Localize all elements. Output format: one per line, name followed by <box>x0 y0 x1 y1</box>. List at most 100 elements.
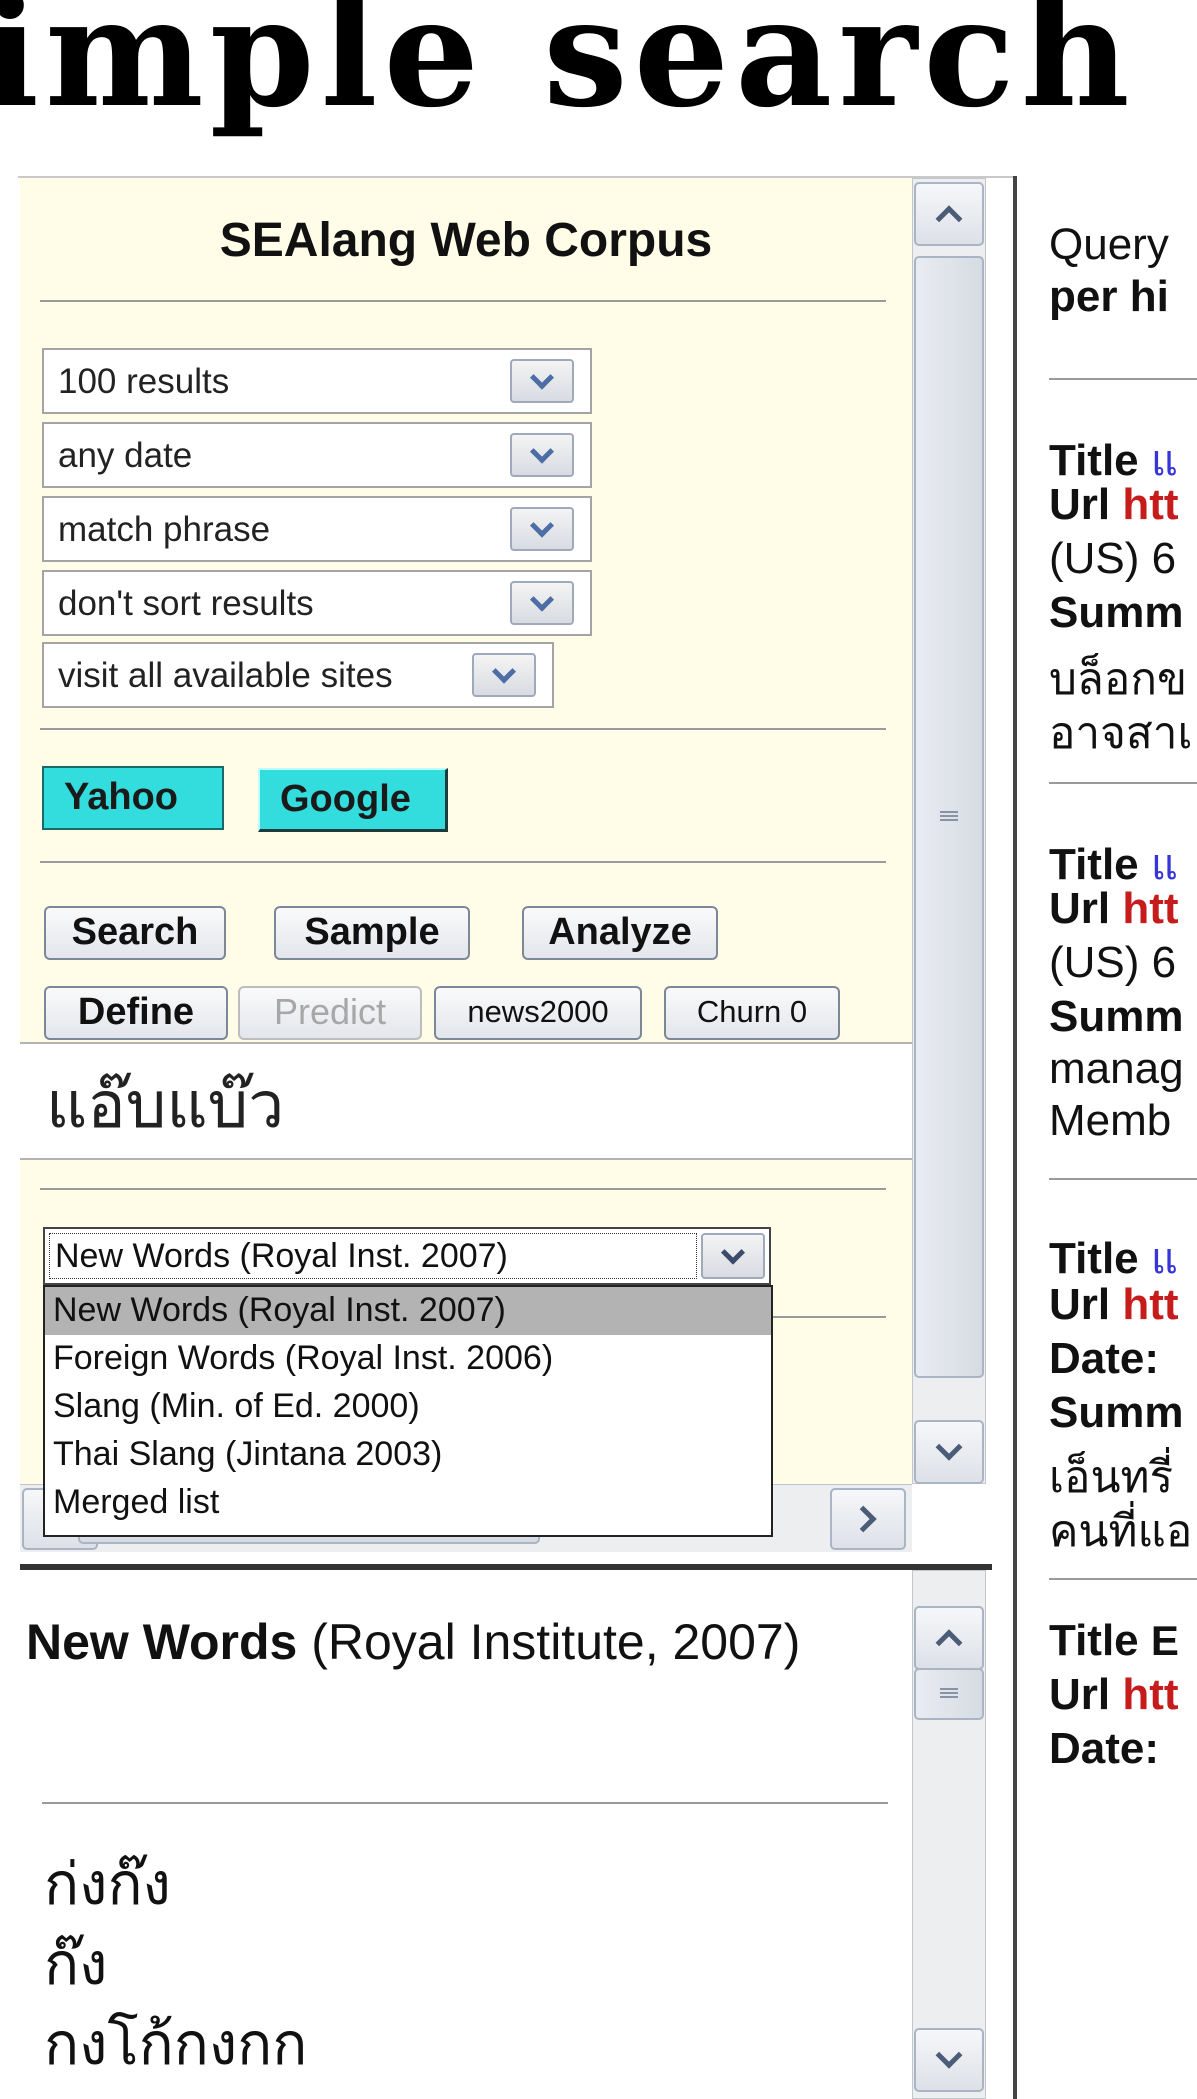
query-value: แอ๊บแบ๊ว <box>46 1069 285 1141</box>
scroll-up-button[interactable] <box>914 182 984 246</box>
corpus-title: SEAlang Web Corpus <box>219 214 713 267</box>
chevron-down-icon[interactable] <box>510 433 574 477</box>
grip-icon <box>940 1688 958 1700</box>
divider <box>42 1802 888 1804</box>
result-title-link[interactable]: แ <box>1151 1235 1178 1282</box>
divider <box>40 300 886 302</box>
match-value: match phrase <box>58 510 271 549</box>
divider <box>1049 782 1197 784</box>
query-header: Query <box>1049 220 1169 269</box>
chevron-down-icon[interactable] <box>510 507 574 551</box>
scroll-up-button[interactable] <box>914 1606 984 1670</box>
url-label: Url <box>1049 884 1111 933</box>
divider <box>40 1188 886 1190</box>
predict-button: Predict <box>238 986 422 1040</box>
result-meta: (US) 6 <box>1049 938 1177 987</box>
sort-select[interactable]: don't sort results <box>42 570 592 636</box>
title-label: Title <box>1049 840 1139 889</box>
chevron-down-icon <box>935 2041 963 2069</box>
result-title-link[interactable]: E <box>1151 1617 1179 1664</box>
word-list-title-rest: (Royal Institute, 2007) <box>297 1614 801 1670</box>
scroll-down-button[interactable] <box>914 1420 984 1484</box>
result-meta: Date: <box>1049 1334 1160 1383</box>
word-list: ก่งก๊ง ก๊ง กงโก้กงกก <box>44 1845 307 2085</box>
chevron-down-icon <box>935 1433 963 1461</box>
word-item[interactable]: ก๊ง <box>44 1925 307 2005</box>
result-url: Url htt <box>1049 1670 1179 1720</box>
google-engine-toggle[interactable]: Google <box>258 768 448 832</box>
word-item[interactable]: ก่งก๊ง <box>44 1845 307 1925</box>
divider <box>40 728 886 730</box>
page-heading: imple search <box>0 0 1136 141</box>
grip-icon <box>940 811 958 823</box>
title-label: Title <box>1049 1234 1139 1283</box>
result-url-link[interactable]: htt <box>1122 1280 1178 1329</box>
result-url: Url htt <box>1049 884 1179 934</box>
date-value: any date <box>58 436 193 475</box>
chevron-right-icon <box>849 1505 877 1533</box>
chevron-down-icon[interactable] <box>510 359 574 403</box>
result-meta: Date: <box>1049 1724 1160 1773</box>
sites-select[interactable]: visit all available sites <box>42 642 554 708</box>
chevron-down-icon[interactable] <box>510 581 574 625</box>
word-list-option[interactable]: Slang (Min. of Ed. 2000) <box>45 1383 771 1431</box>
date-select[interactable]: any date <box>42 422 592 488</box>
word-list-option[interactable]: Thai Slang (Jintana 2003) <box>45 1431 771 1479</box>
summary-label: Summ <box>1049 992 1184 1041</box>
title-label: Title <box>1049 436 1139 485</box>
result-url-link[interactable]: htt <box>1122 884 1178 933</box>
chevron-down-icon[interactable] <box>701 1233 765 1279</box>
match-select[interactable]: match phrase <box>42 496 592 562</box>
word-list-value: New Words (Royal Inst. 2007) <box>55 1237 508 1275</box>
scroll-down-button[interactable] <box>914 2028 984 2092</box>
divider <box>40 861 886 863</box>
summary-line: Memb <box>1049 1096 1172 1145</box>
word-list-option[interactable]: Merged list <box>45 1479 771 1527</box>
results-count-select[interactable]: 100 results <box>42 348 592 414</box>
url-label: Url <box>1049 1280 1111 1329</box>
result-url-link[interactable]: htt <box>1122 480 1178 529</box>
sample-button[interactable]: Sample <box>274 906 470 960</box>
word-list-dropdown[interactable]: New Words (Royal Inst. 2007) Foreign Wor… <box>43 1285 773 1537</box>
word-list-option[interactable]: New Words (Royal Inst. 2007) <box>45 1287 771 1335</box>
results-count-value: 100 results <box>58 362 230 401</box>
summary-label: Summ <box>1049 588 1184 637</box>
yahoo-engine-toggle[interactable]: Yahoo <box>42 766 224 830</box>
result-url-link[interactable]: htt <box>1122 1670 1178 1719</box>
sort-value: don't sort results <box>58 584 314 623</box>
summary-label: Summ <box>1049 1388 1184 1437</box>
result-url: Url htt <box>1049 1280 1179 1330</box>
search-button[interactable]: Search <box>44 906 226 960</box>
divider <box>1049 378 1197 380</box>
word-list-select[interactable]: New Words (Royal Inst. 2007) <box>43 1227 771 1285</box>
churn-button[interactable]: Churn 0 <box>664 986 840 1040</box>
result-title-link[interactable]: แ <box>1151 841 1178 888</box>
word-item[interactable]: กงโก้กงกก <box>44 2005 307 2085</box>
query-input[interactable]: แอ๊บแบ๊ว <box>20 1042 912 1160</box>
url-label: Url <box>1049 480 1111 529</box>
analyze-button[interactable]: Analyze <box>522 906 718 960</box>
chevron-up-icon <box>935 205 963 233</box>
word-list-option[interactable]: Foreign Words (Royal Inst. 2006) <box>45 1335 771 1383</box>
chevron-down-icon[interactable] <box>472 653 536 697</box>
scroll-thumb[interactable] <box>914 1668 984 1720</box>
result-title-link[interactable]: แ <box>1151 437 1178 484</box>
news2000-button[interactable]: news2000 <box>434 986 642 1040</box>
result-url: Url htt <box>1049 480 1179 530</box>
divider <box>1049 1178 1197 1180</box>
scroll-thumb[interactable] <box>914 256 984 1378</box>
chevron-up-icon <box>935 1629 963 1657</box>
word-list-title: New Words (Royal Institute, 2007) <box>26 1610 886 1674</box>
title-label: Title <box>1049 1616 1139 1665</box>
define-button[interactable]: Define <box>44 986 228 1040</box>
summary-line: อาจสาเ <box>1049 709 1193 758</box>
summary-line: manag <box>1049 1044 1184 1093</box>
divider <box>1049 1578 1197 1580</box>
scroll-right-button[interactable] <box>830 1488 906 1550</box>
url-label: Url <box>1049 1670 1111 1719</box>
result-title: Title E <box>1049 1616 1179 1666</box>
sites-value: visit all available sites <box>58 656 393 695</box>
result-meta: (US) 6 <box>1049 534 1177 583</box>
word-list-title-bold: New Words <box>26 1614 298 1670</box>
results-pane: Query per hi Title แ Url htt (US) 6 Summ… <box>1017 178 1197 2099</box>
